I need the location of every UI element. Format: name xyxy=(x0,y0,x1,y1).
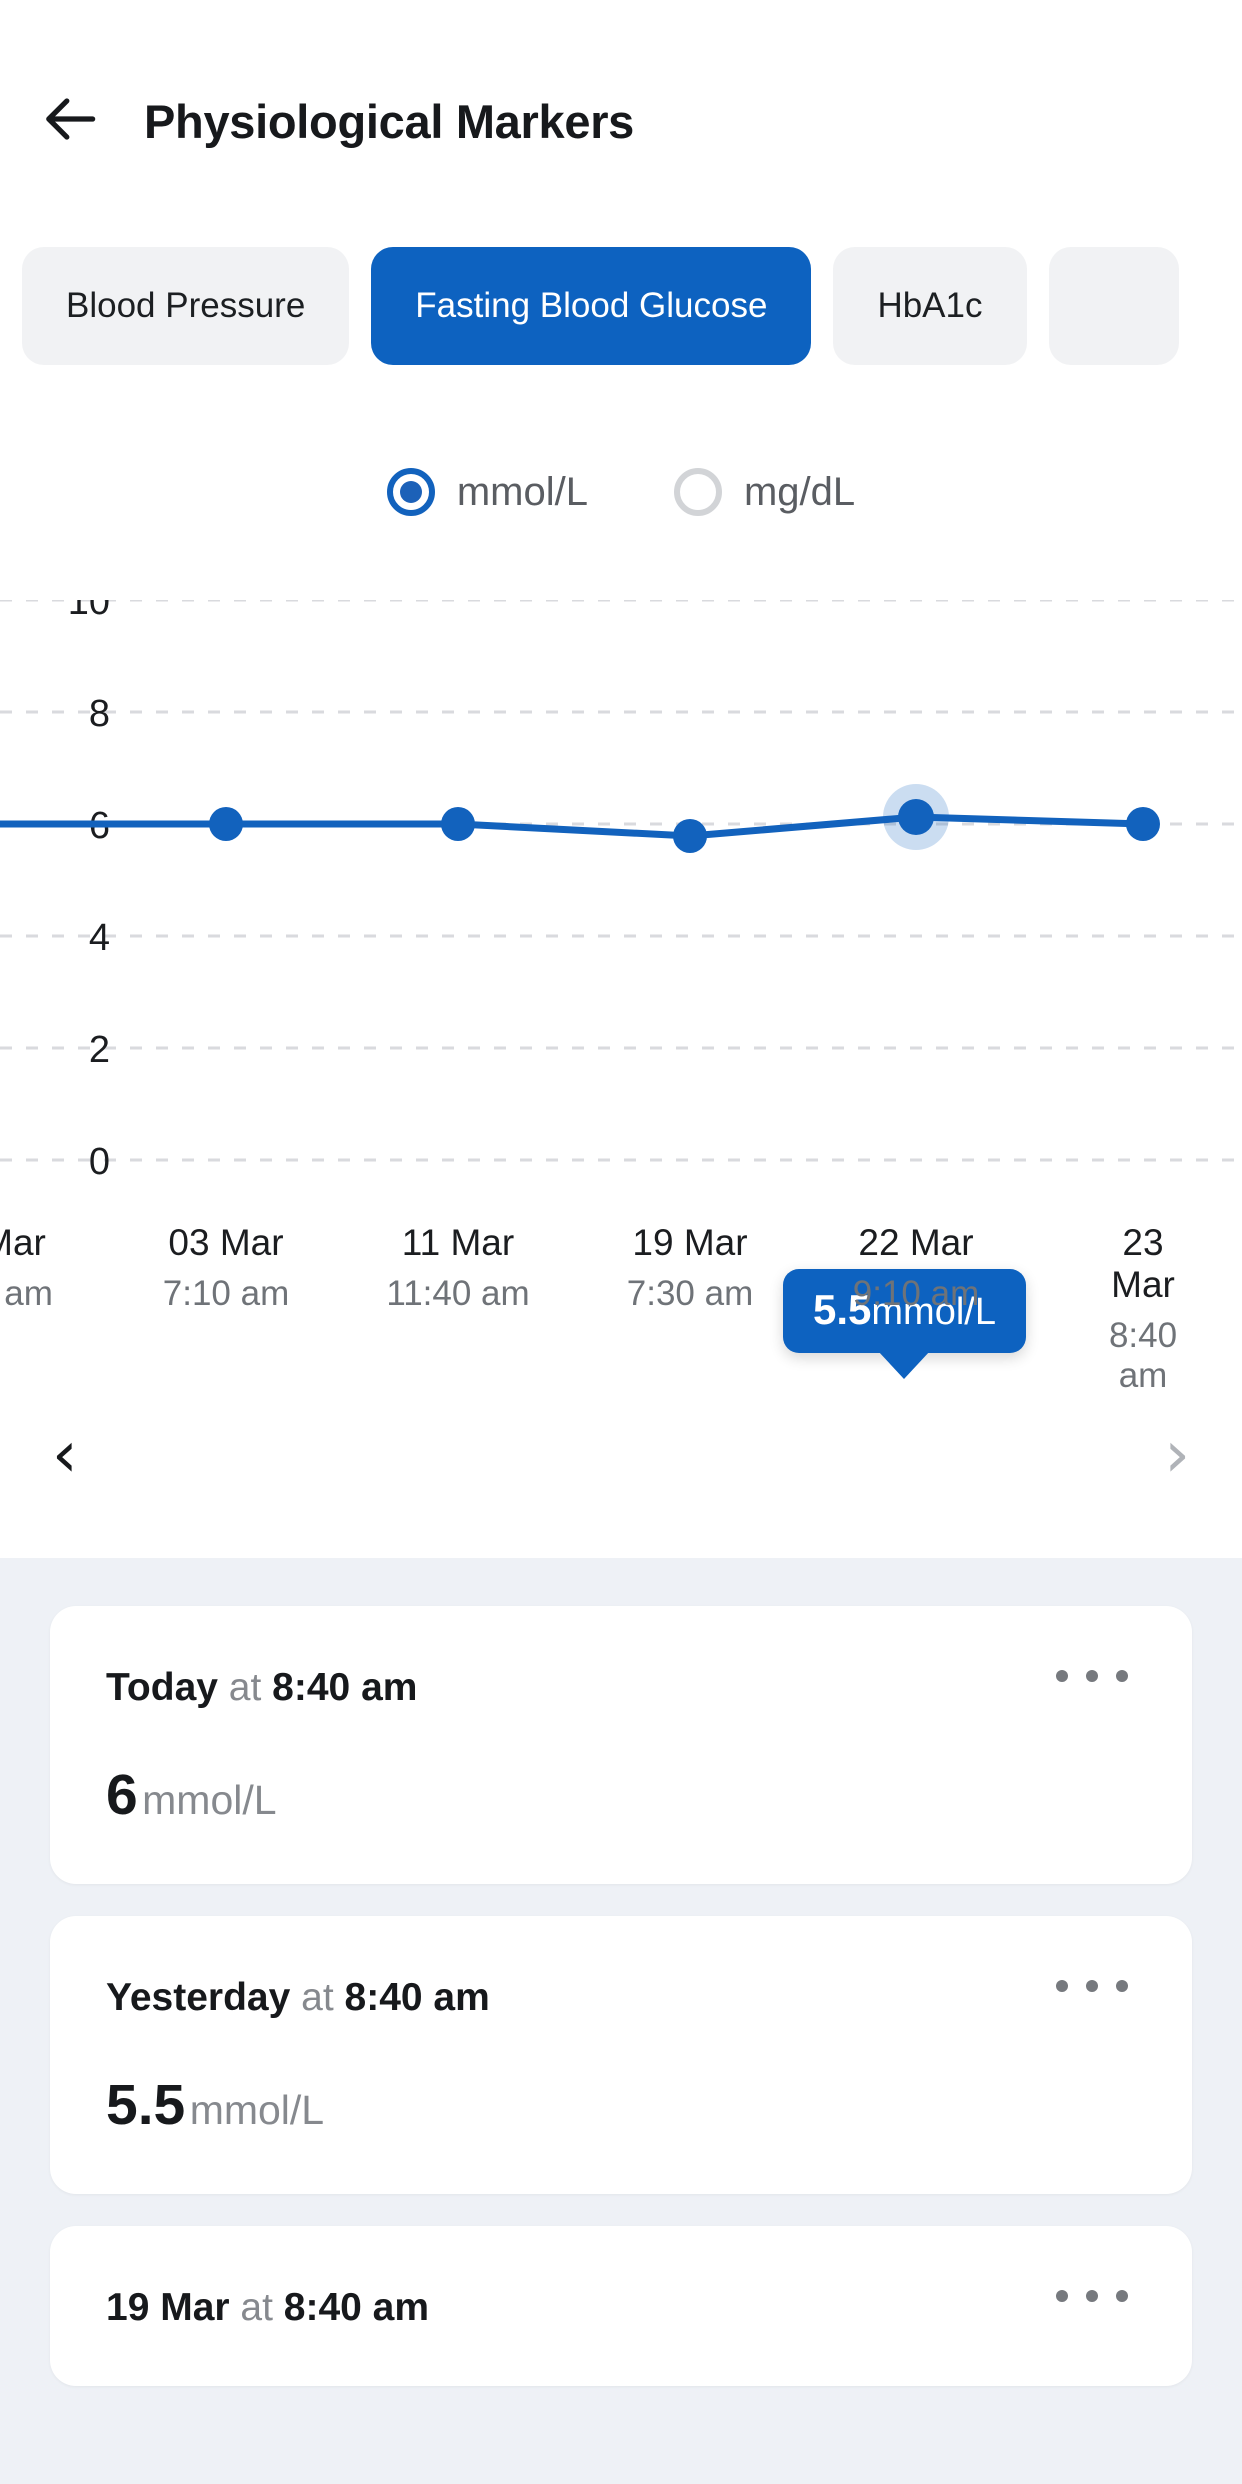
tab-fasting-blood-glucose[interactable]: Fasting Blood Glucose xyxy=(371,247,812,365)
record-time: 8:40 am xyxy=(344,1976,490,2019)
tab-hba1c[interactable]: HbA1c xyxy=(833,247,1027,365)
x-tick-time: 9:10 am xyxy=(852,1274,980,1313)
record-time: 8:40 am xyxy=(272,1666,418,1709)
record-value: 5.5 xyxy=(106,2073,186,2137)
tab-blood-pressure[interactable]: Blood Pressure xyxy=(22,247,350,365)
back-button[interactable] xyxy=(22,71,122,171)
record-time: 8:40 am xyxy=(283,2286,430,2329)
chevron-right-icon[interactable]: › xyxy=(1164,1423,1190,1487)
x-tick-time: 7:10 am xyxy=(162,1274,290,1313)
more-horizontal-icon[interactable] xyxy=(1048,1662,1136,1690)
tab-label: Fasting Blood Glucose xyxy=(415,286,768,325)
chart-svg[interactable]: 10 8 6 4 2 0 xyxy=(0,600,1242,1220)
record-title: 19 Mar at 8:40 am xyxy=(106,2286,1136,2330)
x-tick-time: 8:40 am xyxy=(1108,1316,1178,1395)
x-tick-date: 11 Mar xyxy=(401,1222,515,1263)
marker-tabs[interactable]: Blood Pressure Fasting Blood Glucose HbA… xyxy=(0,246,1242,366)
app-screen: Physiological Markers Blood Pressure Fas… xyxy=(0,0,1242,2484)
list-item[interactable]: Today at 8:40 am 6 mmol/L xyxy=(50,1606,1192,1884)
records-list: Today at 8:40 am 6 mmol/L Yesterday at 8… xyxy=(0,1558,1242,2484)
record-at: at xyxy=(290,1976,345,2019)
x-tick-time: 7:30 am xyxy=(626,1274,754,1313)
page-title: Physiological Markers xyxy=(144,94,635,148)
glucose-line-chart[interactable]: 10 8 6 4 2 0 5.5mmol/L xyxy=(0,600,1242,1353)
arrow-left-icon xyxy=(41,88,103,155)
record-day: Yesterday xyxy=(106,1976,291,2019)
chart-gridlines xyxy=(0,600,1242,1162)
svg-text:10: 10 xyxy=(68,600,110,623)
unit-label-mmol: mmol/L xyxy=(456,469,588,514)
x-tick-date: Mar xyxy=(0,1222,46,1263)
record-day: 19 Mar xyxy=(106,2286,230,2329)
svg-text:0: 0 xyxy=(89,1141,110,1183)
list-item[interactable]: Yesterday at 8:40 am 5.5 mmol/L xyxy=(50,1916,1192,2194)
unit-label-mgdl: mg/dL xyxy=(743,469,856,514)
chart-y-ticks: 10 8 6 4 2 0 xyxy=(68,600,110,1183)
record-title: Today at 8:40 am xyxy=(106,1666,1136,1710)
x-tick-2: 11 Mar 11:40 am xyxy=(386,1222,529,1314)
unit-option-mmol[interactable]: mmol/L xyxy=(386,468,588,516)
record-title: Yesterday at 8:40 am xyxy=(106,1976,1136,2020)
record-value-row: 5.5 mmol/L xyxy=(106,2072,1136,2138)
chevron-left-icon[interactable]: ‹ xyxy=(52,1423,78,1487)
radio-unselected-icon[interactable] xyxy=(673,468,722,516)
more-horizontal-icon[interactable] xyxy=(1048,2282,1136,2310)
unit-selector[interactable]: mmol/L mg/dL xyxy=(0,452,1242,532)
svg-text:8: 8 xyxy=(89,693,110,735)
x-tick-date: 19 Mar xyxy=(632,1222,748,1263)
record-day: Today xyxy=(106,1666,218,1709)
unit-option-mgdl[interactable]: mg/dL xyxy=(673,468,856,516)
x-tick-5: 23 Mar 8:40 am xyxy=(1094,1222,1193,1396)
chart-line xyxy=(0,813,1147,840)
tab-label: Blood Pressure xyxy=(66,286,306,325)
x-tick-date: 22 Mar xyxy=(858,1222,974,1263)
x-tick-0: Mar 0 am xyxy=(0,1222,53,1314)
record-unit: mmol/L xyxy=(189,2087,325,2133)
record-unit: mmol/L xyxy=(142,1777,277,1823)
x-tick-time: 11:40 am xyxy=(386,1274,530,1313)
record-value-row: 6 mmol/L xyxy=(106,1762,1136,1828)
svg-text:4: 4 xyxy=(89,917,110,959)
record-at: at xyxy=(229,2286,284,2329)
chart-panel: Physiological Markers Blood Pressure Fas… xyxy=(0,0,1242,1558)
tab-overflow-partial[interactable] xyxy=(1048,247,1179,365)
app-header: Physiological Markers xyxy=(0,66,1242,176)
x-tick-date: 23 Mar xyxy=(1111,1222,1175,1305)
chart-pager: ‹ › xyxy=(0,1390,1242,1520)
more-horizontal-icon[interactable] xyxy=(1048,1972,1136,2000)
tab-label: HbA1c xyxy=(877,286,983,325)
record-value: 6 xyxy=(106,1763,138,1827)
x-tick-date: 03 Mar xyxy=(168,1222,284,1263)
x-tick-3: 19 Mar 7:30 am xyxy=(627,1222,753,1314)
record-at: at xyxy=(217,1666,273,1709)
list-item[interactable]: 19 Mar at 8:40 am xyxy=(50,2226,1192,2386)
x-tick-4: 22 Mar 9:10 am xyxy=(853,1222,979,1314)
x-tick-1: 03 Mar 7:10 am xyxy=(163,1222,289,1314)
x-tick-time: 0 am xyxy=(0,1274,53,1313)
chart-x-axis: Mar 0 am 03 Mar 7:10 am 11 Mar 11:40 am … xyxy=(0,1222,1242,1395)
radio-selected-icon[interactable] xyxy=(386,468,435,516)
svg-text:2: 2 xyxy=(89,1029,110,1071)
